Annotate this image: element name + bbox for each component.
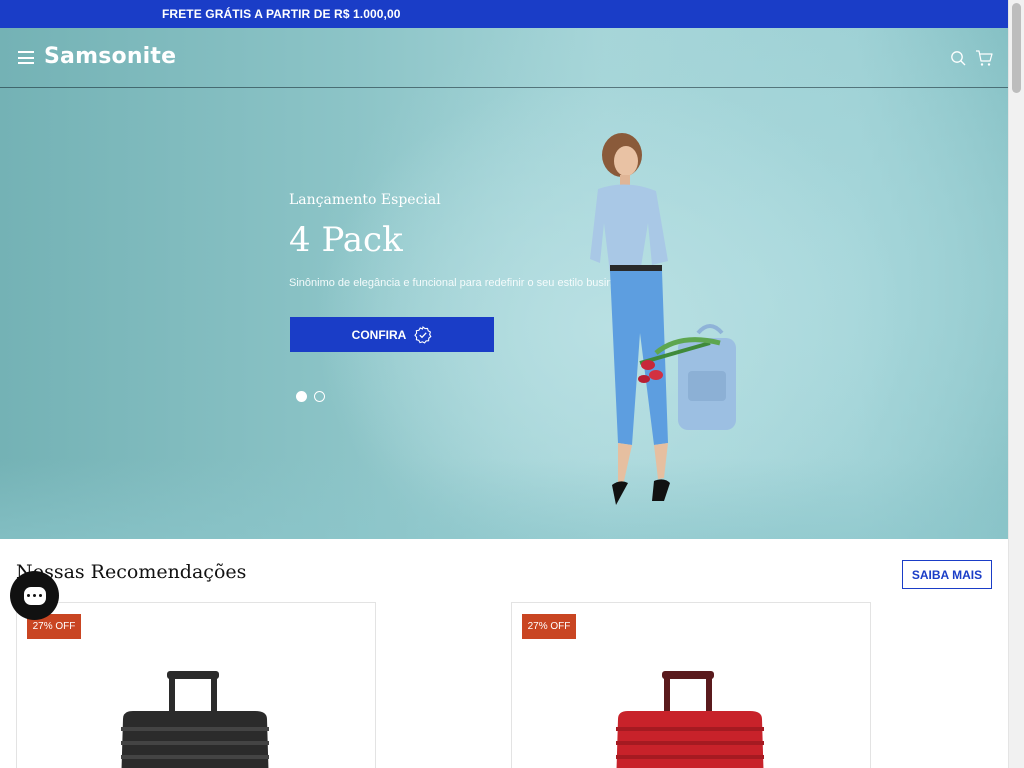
site-header: Samsonite xyxy=(0,28,1008,88)
product-card[interactable]: 27% OFF xyxy=(511,602,871,768)
suitcase-image xyxy=(121,671,269,768)
confira-label: CONFIRA xyxy=(351,327,407,342)
menu-icon[interactable] xyxy=(18,51,34,64)
recommendations-section: Nossas Recomendações SAIBA MAIS 27% OFF … xyxy=(0,539,1008,768)
scrollbar-thumb[interactable] xyxy=(1012,3,1021,93)
hero-eyebrow: Lançamento Especial xyxy=(289,192,441,208)
carousel-dot-1[interactable] xyxy=(296,391,307,402)
discount-badge: 27% OFF xyxy=(522,614,576,639)
page-viewport: FRETE GRÁTIS A PARTIR DE R$ 1.000,00 Sam… xyxy=(0,0,1008,768)
carousel-dot-2[interactable] xyxy=(314,391,325,402)
chat-widget-button[interactable] xyxy=(10,571,59,620)
samsonite-logo[interactable]: Samsonite xyxy=(44,44,176,69)
hero-title: 4 Pack xyxy=(289,220,403,260)
product-card[interactable]: 27% OFF xyxy=(16,602,376,768)
hero-banner[interactable]: Samsonite Lançamento Especial 4 Pack Sin… xyxy=(0,28,1008,539)
search-icon[interactable] xyxy=(950,50,966,66)
hero-floor xyxy=(0,458,1008,539)
cart-icon[interactable] xyxy=(975,49,993,67)
scrollbar[interactable] xyxy=(1008,0,1024,768)
hero-model-image xyxy=(590,133,736,505)
confira-button[interactable]: CONFIRA xyxy=(290,317,494,352)
promo-text: FRETE GRÁTIS A PARTIR DE R$ 1.000,00 xyxy=(162,7,401,21)
carousel-dots xyxy=(296,391,325,402)
check-badge-icon xyxy=(414,325,432,344)
suitcase-image xyxy=(616,671,764,768)
promo-bar: FRETE GRÁTIS A PARTIR DE R$ 1.000,00 xyxy=(0,0,1008,28)
saiba-mais-button[interactable]: SAIBA MAIS xyxy=(902,560,992,589)
chat-icon xyxy=(23,586,46,605)
